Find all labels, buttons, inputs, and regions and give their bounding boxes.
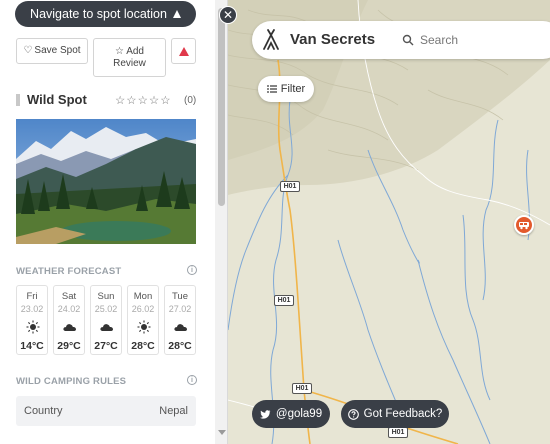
- scrollbar-thumb[interactable]: [218, 8, 225, 206]
- forecast-day-name: Mon: [133, 291, 153, 302]
- info-icon[interactable]: i: [187, 265, 197, 275]
- forecast-temp: 28°C: [131, 340, 155, 352]
- forecast-temp: 29°C: [57, 340, 81, 352]
- brand-title: Van Secrets: [290, 31, 376, 48]
- forecast-date: 23.02: [20, 304, 44, 314]
- header-bar: Van Secrets: [252, 21, 550, 59]
- save-spot-button[interactable]: ♡ Save Spot: [16, 38, 88, 64]
- feedback-label: Got Feedback?: [363, 408, 443, 420]
- search-input[interactable]: [420, 29, 550, 51]
- navigate-label: Navigate to spot location: [30, 7, 167, 21]
- sun-icon: [26, 320, 40, 334]
- forecast-date: 24.02: [57, 304, 81, 314]
- road-sign-label: H01: [283, 183, 297, 190]
- map-canvas[interactable]: [228, 0, 550, 444]
- feedback-button[interactable]: Got Feedback?: [341, 400, 449, 428]
- van-icon: [519, 222, 529, 230]
- spot-photo-image: [16, 119, 196, 244]
- report-button[interactable]: [171, 38, 196, 64]
- app-root: H01 H01 H01 H01 Van Secrets Filter: [0, 0, 550, 444]
- road-sign: H01: [292, 383, 312, 394]
- title-accent: [16, 94, 20, 106]
- road-sign: H01: [388, 427, 408, 438]
- spot-title: Wild Spot: [27, 92, 87, 107]
- twitter-icon: [259, 409, 271, 419]
- close-sidebar-button[interactable]: ✕: [219, 6, 237, 24]
- road-sign-label: H01: [295, 385, 309, 392]
- forecast-day: Fri 23.02 14°C: [16, 285, 48, 355]
- forecast-day: Tue 27.02 28°C: [164, 285, 196, 355]
- list-icon: [266, 85, 277, 93]
- forecast-date: 26.02: [131, 304, 155, 314]
- forecast-date: 25.02: [94, 304, 118, 314]
- forecast-temp: 27°C: [94, 340, 118, 352]
- forecast-temp: 28°C: [168, 340, 192, 352]
- add-review-line2: Review: [113, 57, 146, 69]
- rule-value: Nepal: [159, 405, 188, 417]
- rule-row-country: Country Nepal: [16, 396, 196, 426]
- forecast-day-name: Tue: [171, 291, 189, 302]
- van-spot-marker[interactable]: [514, 215, 534, 235]
- weather-section-title: WEATHER FORECAST: [16, 266, 122, 277]
- map-view[interactable]: H01 H01 H01 H01: [228, 0, 550, 444]
- rating-count: (0): [184, 95, 197, 106]
- spot-photo[interactable]: [16, 119, 196, 244]
- rating-stars[interactable]: ☆☆☆☆☆: [115, 93, 172, 107]
- sidebar-scrollbar[interactable]: [215, 0, 227, 444]
- twitter-button[interactable]: @gola99: [252, 400, 330, 428]
- question-circle-icon: [347, 408, 359, 420]
- tent-logo-icon: [263, 29, 279, 50]
- forecast-temp: 14°C: [20, 340, 44, 352]
- road-sign-label: H01: [277, 297, 291, 304]
- spot-sidebar: Navigate to spot location ♡ Save Spot ☆ …: [0, 0, 228, 444]
- add-review-line1: ☆ Add: [115, 46, 144, 58]
- close-icon: ✕: [222, 8, 234, 22]
- forecast-day: Sat 24.02 29°C: [53, 285, 85, 355]
- search-icon: [402, 34, 414, 46]
- heart-icon: ♡: [23, 45, 33, 56]
- sun-icon: [137, 320, 151, 334]
- forecast-date: 27.02: [168, 304, 192, 314]
- star-outline-icon: ☆: [115, 45, 124, 57]
- filter-label: Filter: [280, 83, 306, 95]
- road-sign: H01: [274, 295, 294, 306]
- info-icon[interactable]: i: [187, 375, 197, 385]
- forecast-day-name: Sat: [61, 291, 77, 302]
- save-spot-label: Save Spot: [34, 45, 81, 56]
- twitter-handle: @gola99: [275, 408, 323, 420]
- cloud-icon: [100, 324, 113, 331]
- warning-icon: [178, 46, 189, 56]
- forecast-day-name: Sun: [97, 291, 115, 302]
- cloud-icon: [174, 324, 187, 331]
- forecast-day-name: Fri: [26, 291, 38, 302]
- add-review-label: Add: [126, 45, 144, 57]
- road-sign: H01: [280, 181, 300, 192]
- rule-key: Country: [24, 405, 63, 417]
- rules-section-title: WILD CAMPING RULES: [16, 376, 127, 387]
- forecast-day: Sun 25.02 27°C: [90, 285, 122, 355]
- filter-button[interactable]: Filter: [258, 76, 314, 102]
- add-review-button[interactable]: ☆ Add Review: [93, 38, 166, 77]
- scroll-down-arrow-icon[interactable]: [218, 430, 226, 435]
- navigate-button[interactable]: Navigate to spot location: [15, 1, 196, 27]
- road-sign-label: H01: [391, 429, 405, 436]
- cloud-icon: [63, 324, 76, 331]
- navigation-arrow-icon: [172, 10, 181, 18]
- forecast-day: Mon 26.02 28°C: [127, 285, 159, 355]
